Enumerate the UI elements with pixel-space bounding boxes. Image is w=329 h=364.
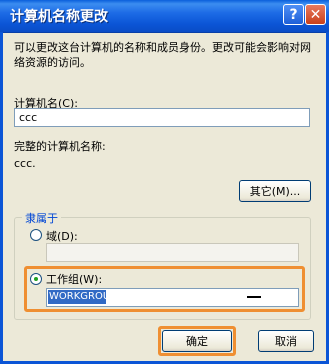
domain-label: 域(D): — [46, 230, 78, 243]
domain-input[interactable] — [46, 243, 299, 262]
description-text: 可以更改这台计算机的名称和成员身份。更改可能会影响对网络资源的访问。 — [14, 41, 311, 69]
help-button[interactable]: ? — [283, 4, 304, 25]
cancel-button[interactable]: 取消 — [258, 330, 314, 352]
workgroup-value: WORKGROUP — [48, 290, 117, 304]
text-cursor-mark — [247, 296, 261, 298]
workgroup-radio[interactable] — [30, 273, 42, 285]
window-title: 计算机名称更改 — [10, 9, 108, 25]
help-icon: ? — [289, 6, 298, 23]
close-icon: ✕ — [309, 6, 322, 23]
close-button[interactable]: ✕ — [305, 4, 326, 25]
more-button-label: 其它(M)... — [249, 185, 301, 198]
domain-radio[interactable] — [30, 229, 42, 241]
full-name-label: 完整的计算机名称: — [14, 140, 106, 153]
member-of-label: 隶属于 — [22, 210, 61, 226]
title-bar[interactable]: 计算机名称更改 ? ✕ — [0, 0, 329, 33]
workgroup-input[interactable]: WORKGROUP — [46, 288, 299, 307]
more-button[interactable]: 其它(M)... — [239, 180, 311, 202]
full-name-value: ccc. — [14, 157, 36, 170]
computer-name-input[interactable] — [14, 108, 310, 127]
cancel-button-label: 取消 — [275, 335, 297, 348]
ok-button-label: 确定 — [186, 335, 208, 348]
workgroup-label: 工作组(W): — [46, 273, 103, 286]
ok-button[interactable]: 确定 — [162, 330, 232, 352]
